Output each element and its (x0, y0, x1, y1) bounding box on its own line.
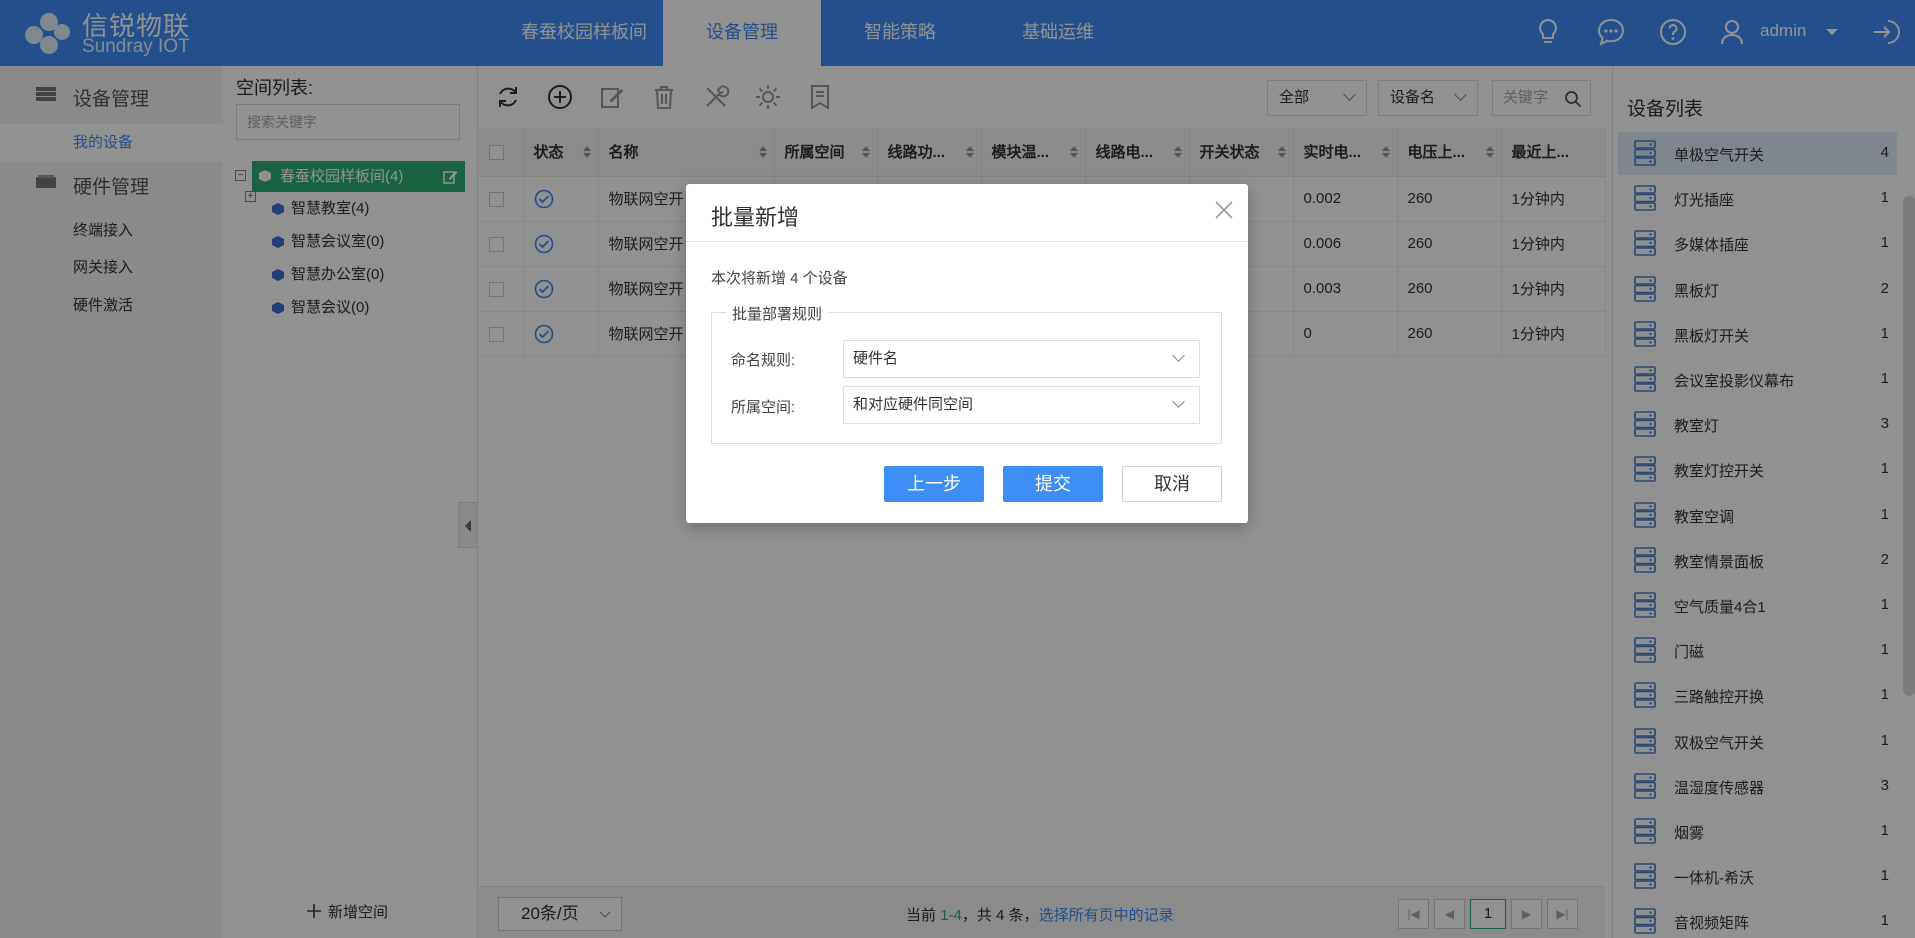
space-label: 所属空间: (731, 399, 796, 416)
space-select[interactable]: 和对应硬件同空间 (843, 386, 1200, 424)
space-select-value: 和对应硬件同空间 (853, 396, 974, 413)
naming-rule-label: 命名规则: (731, 352, 796, 369)
naming-rule-select[interactable]: 硬件名 (843, 340, 1200, 378)
chevron-down-icon (1172, 349, 1185, 362)
dialog-title: 批量新增 (711, 205, 800, 230)
chevron-down-icon (1172, 395, 1185, 408)
close-icon[interactable] (1212, 198, 1236, 222)
cancel-button[interactable]: 取消 (1122, 466, 1222, 502)
deploy-rules-legend: 批量部署规则 (726, 303, 829, 324)
naming-rule-value: 硬件名 (853, 350, 899, 367)
dialog-info-text: 本次将新增 4 个设备 (711, 270, 848, 287)
prev-step-button[interactable]: 上一步 (884, 466, 984, 502)
batch-add-dialog: 批量新增 本次将新增 4 个设备 批量部署规则 命名规则: 硬件名 所属空间: … (686, 184, 1248, 523)
submit-button[interactable]: 提交 (1003, 466, 1103, 502)
dialog-divider (686, 241, 1248, 242)
deploy-rules-group: 批量部署规则 命名规则: 硬件名 所属空间: 和对应硬件同空间 (711, 303, 1222, 444)
